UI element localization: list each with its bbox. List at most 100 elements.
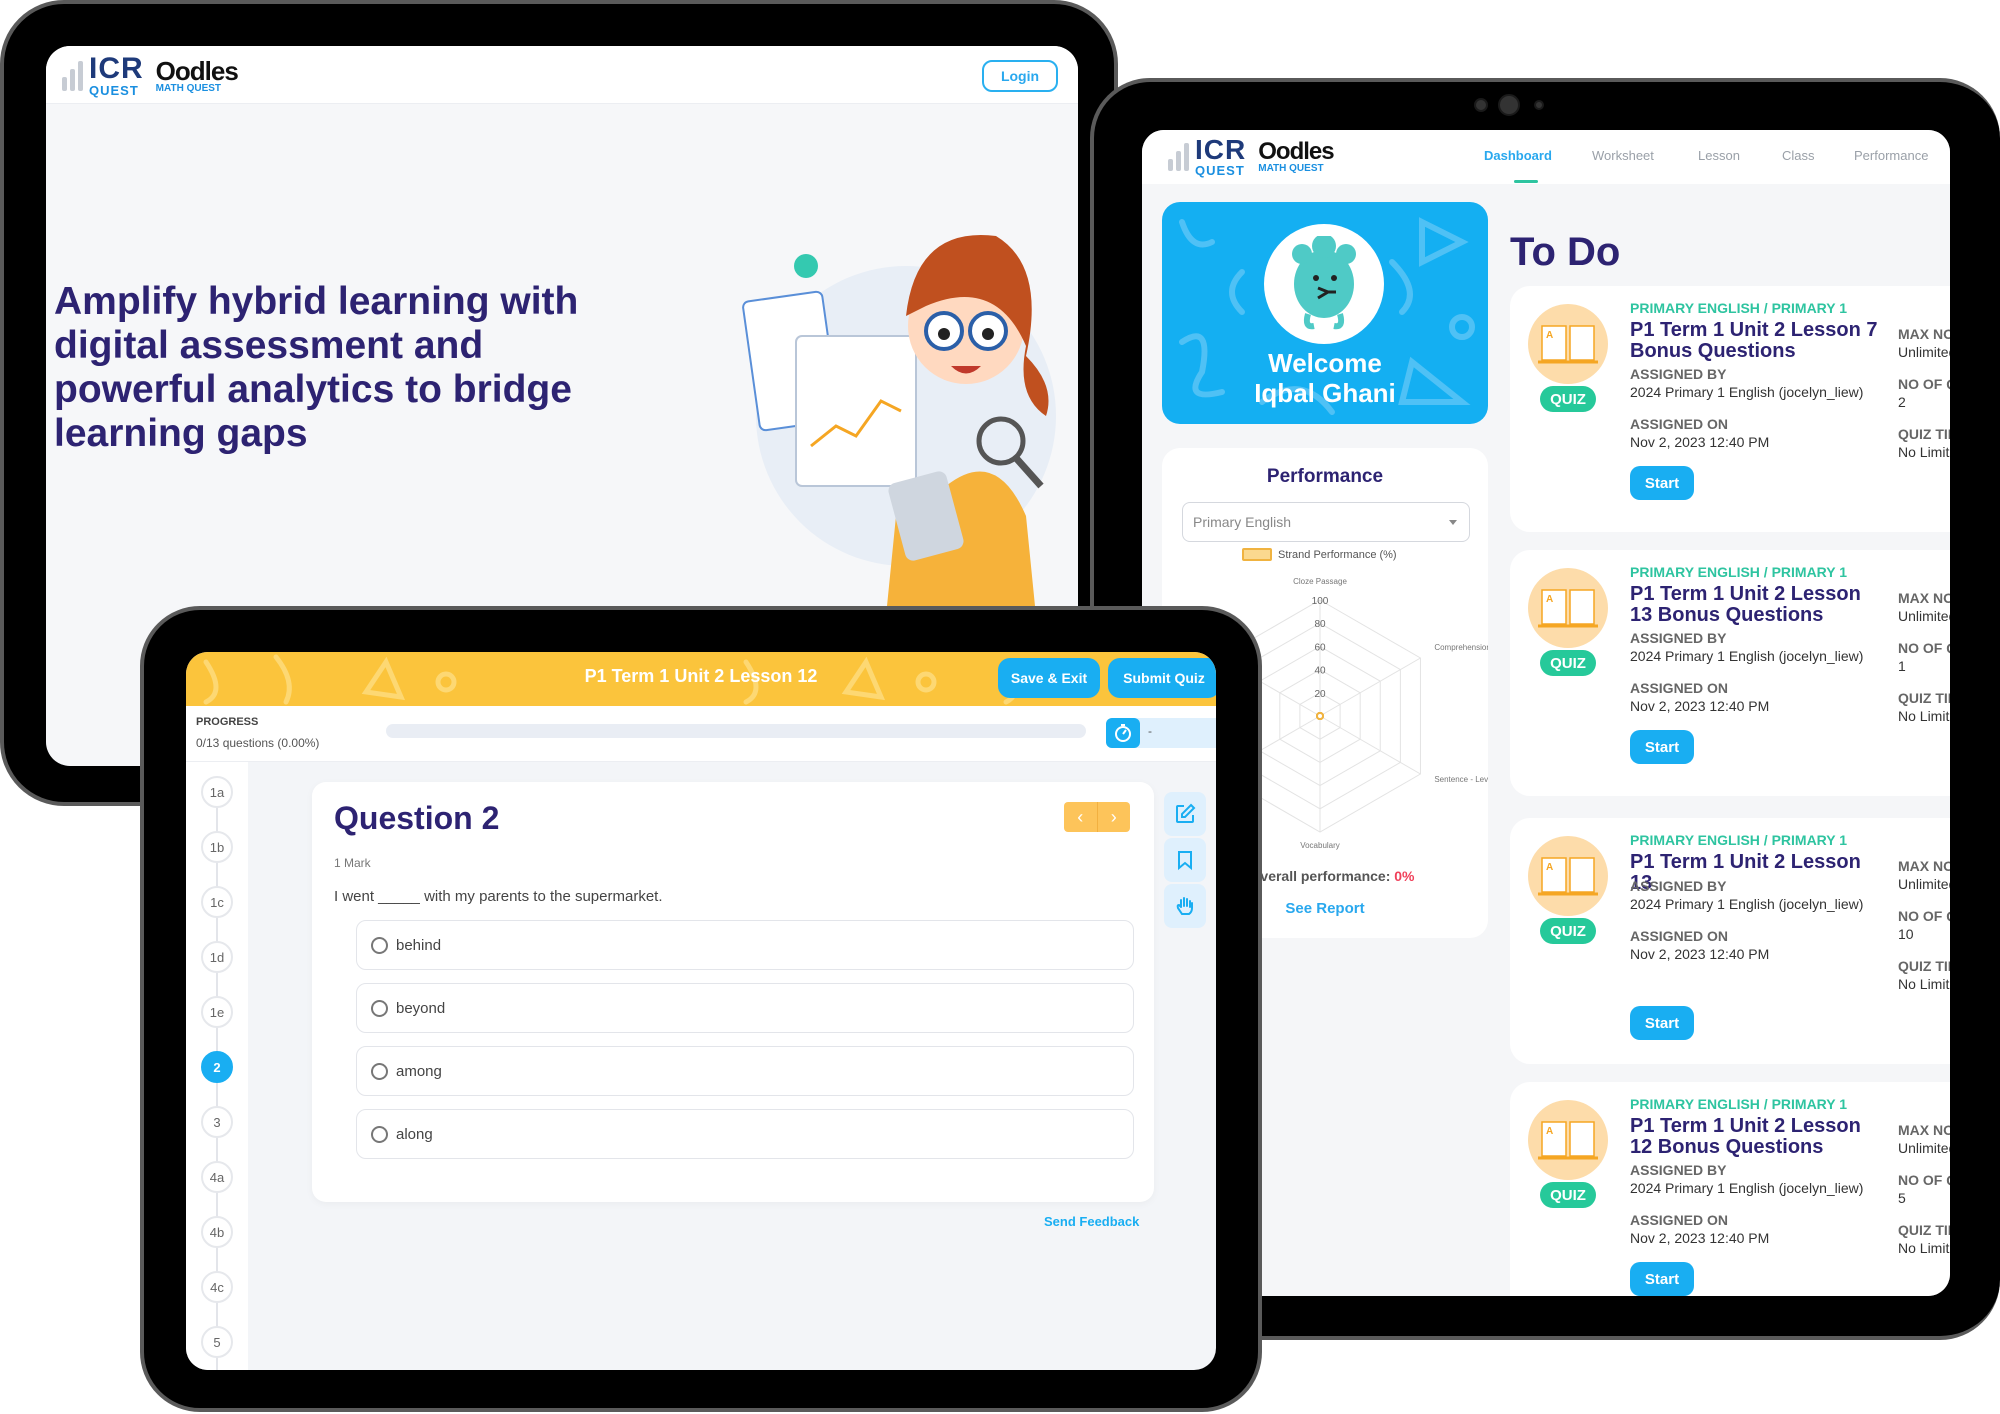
assigned-by-label: ASSIGNED BY [1630, 366, 1727, 382]
start-button[interactable]: Start [1630, 730, 1694, 764]
start-button[interactable]: Start [1630, 1006, 1694, 1040]
chart-legend: Strand Performance (%) [1242, 548, 1397, 561]
num-questions-label: NO OF Q [1898, 908, 1950, 924]
answer-option[interactable]: beyond [356, 983, 1134, 1033]
start-button[interactable]: Start [1630, 1262, 1694, 1296]
nav-performance[interactable]: Performance [1854, 148, 1928, 163]
assigned-on-value: Nov 2, 2023 12:40 PM [1630, 698, 1770, 714]
max-attempts-value: Unlimited [1898, 876, 1950, 892]
answer-option[interactable]: among [356, 1046, 1134, 1096]
hand-tool-button[interactable] [1164, 884, 1206, 928]
radar-point[interactable] [1316, 712, 1324, 720]
radar-axis-label: Comprehension [1434, 643, 1488, 652]
edit-tool-button[interactable] [1164, 792, 1206, 836]
radio-button[interactable] [371, 1125, 388, 1143]
subject-select[interactable]: Primary English [1182, 502, 1470, 542]
radio-button[interactable] [371, 1062, 388, 1080]
step-1c[interactable]: 1c [201, 886, 233, 918]
step-4c[interactable]: 4c [201, 1271, 233, 1303]
book-icon: A [1528, 304, 1608, 384]
progress-text: 0/13 questions (0.00%) [196, 736, 320, 750]
nav-class[interactable]: Class [1782, 148, 1815, 163]
answer-option[interactable]: along [356, 1109, 1134, 1159]
quiz-badge: QUIZ [1540, 386, 1596, 412]
step-3[interactable]: 3 [201, 1106, 233, 1138]
quiz-screen: P1 Term 1 Unit 2 Lesson 12 Save & Exit S… [186, 652, 1216, 1370]
chevron-left-icon[interactable]: ‹ [1064, 802, 1098, 832]
icr-oodles-logo[interactable]: ICR QUEST Oodles MATH QUEST [1168, 134, 1335, 177]
num-questions-value: 5 [1898, 1190, 1906, 1206]
chevron-right-icon[interactable]: › [1098, 802, 1131, 832]
num-questions-value: 1 [1898, 658, 1906, 674]
radio-button[interactable] [371, 936, 388, 954]
radio-button[interactable] [371, 999, 388, 1017]
todo-card: A QUIZ PRIMARY ENGLISH / PRIMARY 1 P1 Te… [1510, 1082, 1950, 1296]
save-exit-button[interactable]: Save & Exit [998, 658, 1100, 698]
bookmark-tool-button[interactable] [1164, 838, 1206, 882]
nav-worksheet[interactable]: Worksheet [1592, 148, 1654, 163]
option-label: beyond [396, 999, 446, 1017]
hero-headline: Amplify hybrid learning with digital ass… [54, 280, 579, 455]
question-title: Question 2 [334, 800, 500, 836]
max-attempts-label: MAX NO [1898, 590, 1950, 606]
book-icon: A [1528, 568, 1608, 648]
step-1a[interactable]: 1a [201, 776, 233, 808]
assigned-by-value: 2024 Primary 1 English (jocelyn_liew) [1630, 648, 1864, 664]
radar-tick-label: 100 [1312, 596, 1329, 607]
card-subject: PRIMARY ENGLISH / PRIMARY 1 [1630, 832, 1848, 848]
quiz-time-label: QUIZ TIME [1898, 958, 1950, 974]
assigned-by-label: ASSIGNED BY [1630, 630, 1727, 646]
logo-icr-text: ICR [89, 52, 144, 85]
max-attempts-value: Unlimited [1898, 344, 1950, 360]
nav-lesson[interactable]: Lesson [1698, 148, 1740, 163]
logo-oodles-text: Oodles [155, 55, 239, 86]
question-marks: 1 Mark [334, 856, 371, 870]
legend-label: Strand Performance (%) [1278, 548, 1397, 561]
step-5[interactable]: 5 [201, 1326, 233, 1358]
card-title[interactable]: P1 Term 1 Unit 2 Lesson 13 Bonus Questio… [1630, 584, 1880, 626]
svg-text:A: A [1546, 862, 1553, 873]
nav-dashboard[interactable]: Dashboard [1484, 148, 1552, 163]
icr-oodles-logo[interactable]: ICR QUEST Oodles MATH QUEST [62, 52, 239, 98]
quiz-time-label: QUIZ TIME [1898, 426, 1950, 442]
logo-quest-text: QUEST [89, 83, 139, 98]
login-button[interactable]: Login [982, 60, 1058, 92]
avatar[interactable] [1264, 224, 1384, 344]
card-subject: PRIMARY ENGLISH / PRIMARY 1 [1630, 564, 1848, 580]
landing-header: ICR QUEST Oodles MATH QUEST Login [46, 46, 1078, 104]
step-2[interactable]: 2 [201, 1051, 233, 1083]
progress-row: PROGRESS 0/13 questions (0.00%) - [186, 706, 1216, 762]
step-4a[interactable]: 4a [201, 1161, 233, 1193]
student-name: Iqbal Ghani [1254, 378, 1396, 408]
svg-text:A: A [1546, 594, 1553, 605]
step-1b[interactable]: 1b [201, 831, 233, 863]
progress-label: PROGRESS [196, 716, 259, 728]
radar-tick-label: 40 [1314, 666, 1326, 677]
radar-axis-label: Cloze Passage [1293, 577, 1347, 586]
timer-icon[interactable] [1106, 718, 1140, 748]
subject-select-value: Primary English [1193, 514, 1292, 530]
start-button[interactable]: Start [1630, 466, 1694, 500]
step-1d[interactable]: 1d [201, 941, 233, 973]
logo-mathquest-text: MATH QUEST [1258, 162, 1324, 174]
submit-quiz-button[interactable]: Submit Quiz [1108, 658, 1216, 698]
logo-icr-text: ICR [1195, 134, 1247, 165]
quiz-time-label: QUIZ TIME [1898, 1222, 1950, 1238]
dashboard-screen: ICR QUEST Oodles MATH QUEST Dashboard Work… [1142, 130, 1950, 1296]
send-feedback-link[interactable]: Send Feedback [1044, 1214, 1139, 1229]
radar-tick-label: 20 [1314, 689, 1326, 700]
quiz-badge: QUIZ [1540, 1182, 1596, 1208]
step-4b[interactable]: 4b [201, 1216, 233, 1248]
quiz-time-value: No Limit [1898, 976, 1950, 992]
todo-heading: To Do [1510, 230, 1621, 274]
assigned-on-label: ASSIGNED ON [1630, 416, 1729, 432]
card-title[interactable]: P1 Term 1 Unit 2 Lesson 12 Bonus Questio… [1630, 1116, 1880, 1158]
logo-oodles-text: Oodles [1258, 137, 1334, 165]
answer-option[interactable]: behind [356, 920, 1134, 970]
svg-text:A: A [1546, 1126, 1553, 1137]
step-1e[interactable]: 1e [201, 996, 233, 1028]
card-title[interactable]: P1 Term 1 Unit 2 Lesson 7 Bonus Question… [1630, 320, 1880, 362]
assigned-by-value: 2024 Primary 1 English (jocelyn_liew) [1630, 896, 1864, 912]
chevron-down-icon [1449, 520, 1457, 525]
overall-label: Overall performance: [1249, 868, 1391, 884]
